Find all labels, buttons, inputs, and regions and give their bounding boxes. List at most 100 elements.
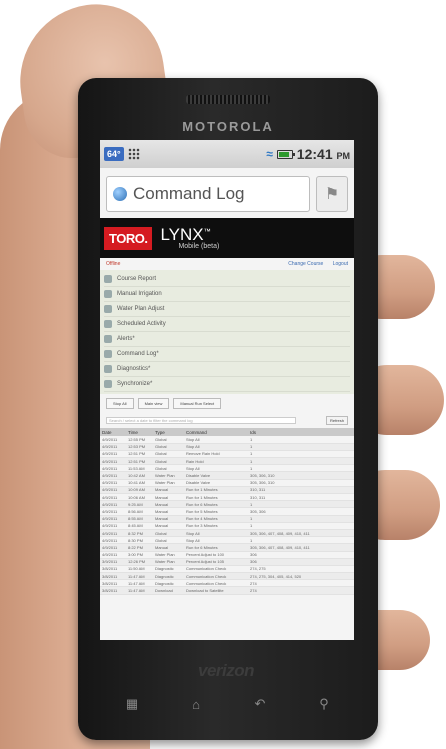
table-cell: 8:56 AM (126, 507, 153, 516)
table-cell: 11:53 AM (126, 464, 153, 473)
status-clock: 12:41 PM (296, 146, 350, 162)
table-cell: 305, 306, 310 (248, 479, 354, 487)
table-cell: Communication Check (184, 579, 248, 588)
table-row[interactable]: 4/9/2011 10:42 AM Water Plan Disable Valve 3… (100, 471, 354, 480)
table-cell: 4/9/2011 (100, 471, 126, 480)
column-header[interactable]: Date (100, 428, 126, 436)
table-row[interactable]: 4/9/2011 3:00 PM Water Plan Percent Adjust … (100, 551, 354, 559)
table-cell: Run for 5 Minutes (184, 507, 248, 516)
table-row[interactable]: 4/9/2011 8:56 AM Manual Run for 5 Minutes 30… (100, 507, 354, 516)
home-key-icon[interactable]: ⌂ (176, 697, 216, 712)
table-row[interactable]: 3/8/2011 11:50 AM Diagnostic Communication … (100, 565, 354, 574)
menu-item-command-log[interactable]: Command Log* (104, 347, 350, 362)
table-cell: 305, 306, 407, 408, 409, 410, 411 (248, 543, 354, 552)
menu-item-scheduled-activity[interactable]: Scheduled Activity (104, 317, 350, 332)
table-cell: Manual (153, 500, 184, 509)
table-row[interactable]: 4/9/2011 10:09 AM Manual Run for 1 Minutes 3… (100, 486, 354, 495)
table-row[interactable]: 4/9/2011 8:30 PM Global Stop All 1 (100, 536, 354, 545)
menu-item-course-report[interactable]: Course Report (104, 272, 350, 287)
status-bar: 64° ≈ 12:41 PM (100, 140, 354, 168)
bookmark-button[interactable]: ⚑ (316, 176, 348, 212)
table-row[interactable]: 3/8/2011 11:47 AM Download Download to Sate… (100, 586, 354, 595)
main-view-button[interactable]: Main view (137, 398, 170, 409)
table-cell: 3:00 PM (126, 551, 153, 559)
table-cell: 1 (248, 536, 354, 545)
column-header[interactable]: Command (184, 428, 248, 436)
table-cell: Communication Check (184, 572, 248, 581)
command-log-table: Date Time Type Command Ids 4/9/2011 12:55… (100, 428, 354, 595)
table-cell: 8:32 PM (126, 529, 153, 538)
report-icon (104, 275, 112, 283)
table-cell: 10:09 AM (126, 486, 153, 495)
table-row[interactable]: 4/9/2011 11:53 AM Global Stop All 1 (100, 464, 354, 473)
table-cell: 8:30 PM (126, 536, 153, 545)
back-key-icon[interactable]: ↶ (240, 696, 280, 712)
menu-item-manual-irrigation[interactable]: Manual Irrigation (104, 287, 350, 302)
table-row[interactable]: 4/9/2011 12:55 PM Global Stop All 1 (100, 436, 354, 444)
table-cell: Global (153, 529, 184, 538)
change-course-link[interactable]: Change Course (288, 261, 323, 267)
table-row[interactable]: 4/9/2011 9:25 AM Manual Run for 6 Minutes 1 (100, 500, 354, 509)
table-cell: 10:06 AM (126, 493, 153, 502)
table-cell: 4/9/2011 (100, 493, 126, 502)
alert-icon (104, 335, 112, 343)
table-cell: Global (153, 457, 184, 466)
table-cell: 12:51 PM (126, 450, 153, 459)
table-row[interactable]: 4/9/2011 8:55 AM Manual Run for 4 Minutes 1 (100, 515, 354, 523)
column-header[interactable]: Time (126, 428, 153, 436)
table-cell: Stop All (184, 436, 248, 444)
browser-title-bar: Command Log ⚑ (106, 176, 348, 212)
table-cell: 4/9/2011 (100, 551, 126, 559)
table-row[interactable]: 3/8/2011 11:47 AM Diagnostic Communication … (100, 579, 354, 588)
account-links: Offline Change Course Logout (100, 258, 354, 270)
table-cell: 11:47 AM (126, 572, 153, 581)
filter-input[interactable]: Search / select a date to filter the com… (106, 417, 296, 424)
manual-run-button[interactable]: Manual Run Select (173, 398, 222, 409)
table-cell: Run for 1 Minutes (184, 486, 248, 495)
menu-item-water-plan-adjust[interactable]: Water Plan Adjust (104, 302, 350, 317)
url-field[interactable]: Command Log (106, 176, 310, 212)
table-cell: 1 (248, 436, 354, 444)
column-header[interactable]: Ids (248, 428, 354, 436)
table-cell: Global (153, 536, 184, 545)
table-row[interactable]: 4/9/2011 8:45 AM Manual Run for 3 Minutes 1 (100, 522, 354, 530)
battery-icon (276, 149, 295, 159)
table-row[interactable]: 4/9/2011 12:53 PM Global Stop All 1 (100, 443, 354, 451)
offline-link[interactable]: Offline (106, 261, 120, 267)
table-cell: 10:42 AM (126, 471, 153, 480)
table-cell: 274, 275, 304, 405, 414, 520 (248, 572, 354, 581)
table-cell: 3/8/2011 (100, 586, 126, 595)
table-cell: Water Plan (153, 471, 184, 480)
refresh-button[interactable]: Refresh (325, 416, 348, 425)
table-row[interactable]: 3/8/2011 11:47 AM Diagnostic Communication … (100, 572, 354, 581)
table-cell: 12:55 PM (126, 436, 153, 444)
search-key-icon[interactable]: ⚲ (304, 696, 344, 712)
menu-item-alerts[interactable]: Alerts* (104, 332, 350, 347)
table-cell: 4/9/2011 (100, 536, 126, 545)
table-row[interactable]: 4/9/2011 12:51 PM Global Rain Hold 1 (100, 457, 354, 466)
table-cell: Stop All (184, 443, 248, 451)
table-cell: 4/9/2011 (100, 464, 126, 473)
phone-brand: MOTOROLA (182, 119, 274, 134)
stop-all-button[interactable]: Stop All (106, 398, 134, 409)
table-cell: 3/8/2011 (100, 565, 126, 574)
column-header[interactable]: Type (153, 428, 184, 436)
logout-link[interactable]: Logout (333, 261, 348, 267)
menu-item-synchronize[interactable]: Synchronize* (104, 377, 350, 392)
table-cell: Global (153, 464, 184, 473)
table-cell: Water Plan (153, 551, 184, 559)
table-row[interactable]: 4/9/2011 12:51 PM Global Remove Rain Hold 1 (100, 450, 354, 459)
table-row[interactable]: 4/9/2011 10:41 AM Water Plan Disable Valve 3… (100, 479, 354, 487)
table-cell: 4/9/2011 (100, 529, 126, 538)
table-cell: Run for 6 Minutes (184, 500, 248, 509)
notification-icon (127, 148, 140, 160)
table-cell: 1 (248, 450, 354, 459)
table-cell: 4/9/2011 (100, 500, 126, 509)
table-cell: Manual (153, 493, 184, 502)
table-row[interactable]: 3/9/2011 12:26 PM Water Plan Percent Adjust… (100, 558, 354, 566)
table-row[interactable]: 4/9/2011 8:22 PM Manual Run for 6 Minutes 30… (100, 543, 354, 552)
table-row[interactable]: 4/9/2011 8:32 PM Global Stop All 305, 306, 4… (100, 529, 354, 538)
menu-key-icon[interactable]: ▦ (112, 696, 152, 712)
menu-item-diagnostics[interactable]: Diagnostics* (104, 362, 350, 377)
table-row[interactable]: 4/9/2011 10:06 AM Manual Run for 1 Minutes 3… (100, 493, 354, 502)
